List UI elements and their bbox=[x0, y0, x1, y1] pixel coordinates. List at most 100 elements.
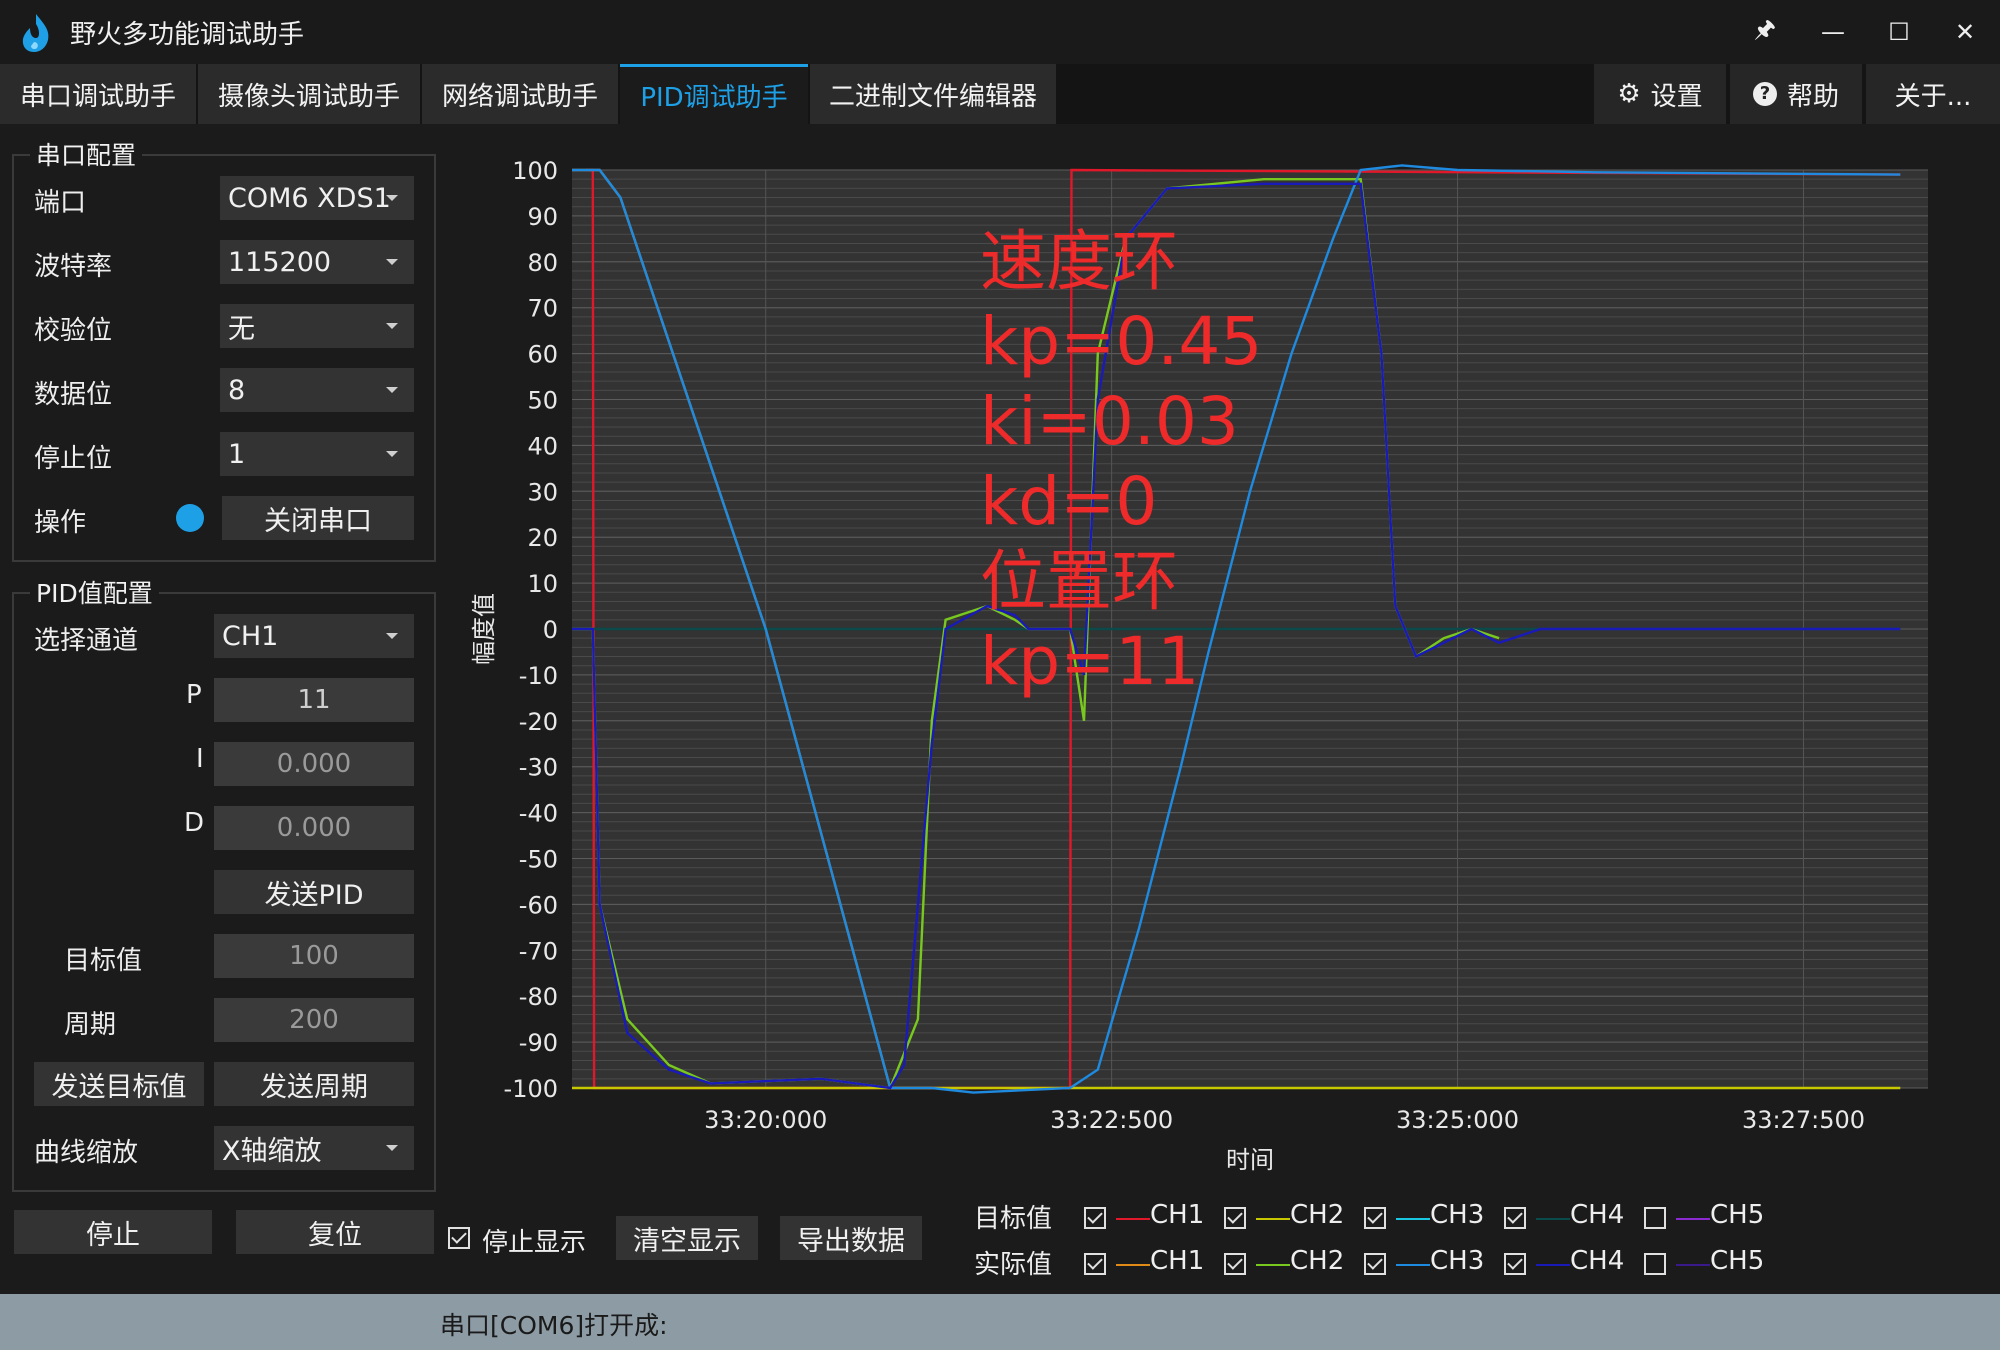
stop-display-label: 停止显示 bbox=[482, 1228, 587, 1258]
stop-button[interactable]: 停止 bbox=[14, 1210, 212, 1254]
databits-value: 8 bbox=[228, 374, 246, 406]
annotation-line-5: 位置环 bbox=[980, 543, 1178, 620]
chevron-down-icon bbox=[386, 259, 398, 265]
legend-target-ch3-checkbox[interactable] bbox=[1364, 1207, 1386, 1229]
settings-label: 设置 bbox=[1650, 81, 1703, 112]
target-input[interactable]: 100 bbox=[214, 934, 414, 978]
tab-serial[interactable]: 串口调试助手 bbox=[0, 64, 196, 124]
y-axis-label: 幅度值 bbox=[470, 593, 498, 665]
zoom-label: 曲线缩放 bbox=[34, 1138, 139, 1168]
y-tick-label: -90 bbox=[519, 1029, 558, 1057]
close-button[interactable]: ✕ bbox=[1940, 12, 1990, 52]
databits-select[interactable]: 8 bbox=[220, 368, 414, 412]
legend-target-ch4-label: CH4 bbox=[1570, 1200, 1625, 1230]
period-input[interactable]: 200 bbox=[214, 998, 414, 1042]
y-tick-label: -30 bbox=[519, 754, 558, 782]
pin-icon[interactable]: 🖈 bbox=[1740, 12, 1790, 52]
y-tick-label: 40 bbox=[527, 432, 558, 460]
annotation-line-4: kd=0 bbox=[980, 463, 1158, 540]
legend-target-ch5-swatch bbox=[1676, 1218, 1710, 1220]
legend-actual-ch1-label: CH1 bbox=[1150, 1246, 1205, 1276]
tab-bar: 串口调试助手 摄像头调试助手 网络调试助手 PID调试助手 二进制文件编辑器 ⚙… bbox=[0, 64, 2000, 124]
help-label: 帮助 bbox=[1786, 81, 1839, 112]
port-label: 端口 bbox=[34, 188, 87, 218]
tab-pid[interactable]: PID调试助手 bbox=[620, 64, 808, 124]
databits-label: 数据位 bbox=[34, 380, 113, 410]
annotation-line-3: ki=0.03 bbox=[980, 383, 1239, 460]
y-tick-label: 0 bbox=[543, 616, 558, 644]
stop-display-checkbox[interactable] bbox=[448, 1227, 470, 1249]
legend-target-ch2-checkbox[interactable] bbox=[1224, 1207, 1246, 1229]
d-input[interactable]: 0.000 bbox=[214, 806, 414, 850]
y-tick-label: -50 bbox=[519, 846, 558, 874]
legend-target-ch5-checkbox[interactable] bbox=[1644, 1207, 1666, 1229]
minimize-button[interactable]: — bbox=[1808, 12, 1858, 52]
legend-target-ch2-label: CH2 bbox=[1290, 1200, 1345, 1230]
chevron-down-icon bbox=[386, 195, 398, 201]
reset-button[interactable]: 复位 bbox=[236, 1210, 434, 1254]
d-label: D bbox=[184, 808, 205, 838]
flame-logo-icon bbox=[22, 14, 49, 52]
legend-actual-ch2-checkbox[interactable] bbox=[1224, 1253, 1246, 1275]
x-axis-label: 时间 bbox=[1226, 1146, 1274, 1174]
tab-binary-editor[interactable]: 二进制文件编辑器 bbox=[810, 64, 1056, 124]
chevron-down-icon bbox=[386, 633, 398, 639]
legend-target-ch4-checkbox[interactable] bbox=[1504, 1207, 1526, 1229]
parity-value: 无 bbox=[228, 313, 255, 345]
baud-value: 115200 bbox=[228, 246, 332, 278]
tab-camera[interactable]: 摄像头调试助手 bbox=[198, 64, 420, 124]
baud-select[interactable]: 115200 bbox=[220, 240, 414, 284]
legend-actual-ch5-swatch bbox=[1676, 1264, 1710, 1266]
p-label: P bbox=[186, 680, 202, 710]
x-tick-label: 33:22:500 bbox=[1050, 1106, 1173, 1134]
legend-actual-ch4-label: CH4 bbox=[1570, 1246, 1625, 1276]
channel-label: 选择通道 bbox=[34, 626, 139, 656]
i-input[interactable]: 0.000 bbox=[214, 742, 414, 786]
window-title: 野火多功能调试助手 bbox=[70, 20, 305, 50]
status-bar: 串口[COM6]打开成: bbox=[0, 1294, 2000, 1350]
x-tick-label: 33:20:000 bbox=[704, 1106, 827, 1134]
p-input[interactable]: 11 bbox=[214, 678, 414, 722]
channel-select[interactable]: CH1 bbox=[214, 614, 414, 658]
channel-value: CH1 bbox=[222, 620, 279, 652]
stopbits-select[interactable]: 1 bbox=[220, 432, 414, 476]
i-label: I bbox=[196, 744, 204, 774]
y-tick-label: -80 bbox=[519, 983, 558, 1011]
status-message: 串口[COM6]打开成: bbox=[440, 1311, 668, 1340]
y-tick-label: -20 bbox=[519, 708, 558, 736]
legend-target-ch3-label: CH3 bbox=[1430, 1200, 1485, 1230]
parity-select[interactable]: 无 bbox=[220, 304, 414, 348]
port-select[interactable]: COM6 XDS1 bbox=[220, 176, 414, 220]
help-icon: ? bbox=[1752, 82, 1777, 106]
legend-actual-label: 实际值 bbox=[974, 1250, 1053, 1280]
y-tick-label: 50 bbox=[527, 387, 558, 415]
period-label: 周期 bbox=[64, 1010, 117, 1040]
gear-icon: ⚙ bbox=[1617, 79, 1641, 109]
legend-target-label: 目标值 bbox=[974, 1204, 1053, 1234]
legend-actual-ch5-checkbox[interactable] bbox=[1644, 1253, 1666, 1275]
close-port-button[interactable]: 关闭串口 bbox=[222, 496, 414, 540]
legend-actual-ch1-checkbox[interactable] bbox=[1084, 1253, 1106, 1275]
export-data-button[interactable]: 导出数据 bbox=[780, 1216, 922, 1260]
zoom-select[interactable]: X轴缩放 bbox=[214, 1126, 414, 1170]
legend-actual-ch5-label: CH5 bbox=[1710, 1246, 1765, 1276]
send-target-button[interactable]: 发送目标值 bbox=[34, 1062, 204, 1106]
about-button[interactable]: 关于... bbox=[1866, 64, 2000, 124]
send-pid-button[interactable]: 发送PID bbox=[214, 870, 414, 914]
x-tick-label: 33:25:000 bbox=[1396, 1106, 1519, 1134]
annotation-line-6: kp=11 bbox=[980, 623, 1200, 700]
y-tick-label: -40 bbox=[519, 800, 558, 828]
legend-actual-ch3-checkbox[interactable] bbox=[1364, 1253, 1386, 1275]
tab-network[interactable]: 网络调试助手 bbox=[422, 64, 618, 124]
legend-target-ch1-checkbox[interactable] bbox=[1084, 1207, 1106, 1229]
clear-display-button[interactable]: 清空显示 bbox=[616, 1216, 758, 1260]
serial-config-title: 串口配置 bbox=[30, 136, 143, 172]
help-button[interactable]: ? 帮助 bbox=[1730, 64, 1862, 124]
stopbits-label: 停止位 bbox=[34, 444, 113, 474]
y-tick-label: 80 bbox=[527, 249, 558, 277]
settings-button[interactable]: ⚙ 设置 bbox=[1594, 64, 1726, 124]
legend-actual-ch4-checkbox[interactable] bbox=[1504, 1253, 1526, 1275]
maximize-button[interactable]: ☐ bbox=[1874, 12, 1924, 52]
title-bar: 野火多功能调试助手 🖈 — ☐ ✕ bbox=[0, 0, 2000, 64]
send-period-button[interactable]: 发送周期 bbox=[214, 1062, 414, 1106]
